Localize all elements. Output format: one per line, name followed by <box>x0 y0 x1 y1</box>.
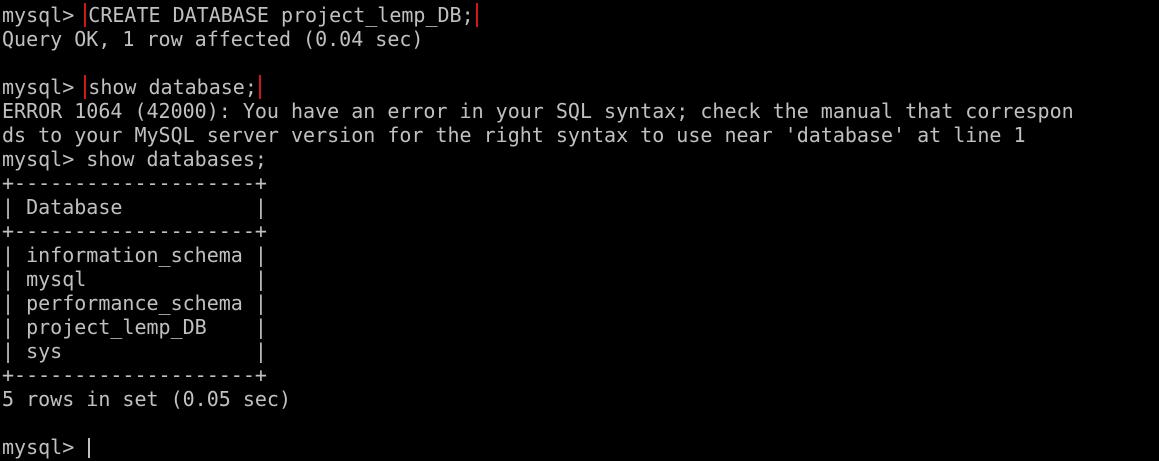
command-text: show databases; <box>86 147 267 171</box>
command-output: 5 rows in set (0.05 sec) <box>2 387 291 411</box>
highlighted-command: show database; <box>84 75 261 99</box>
error-message: ds to your MySQL server version for the … <box>2 123 1026 147</box>
table-row: | sys | <box>2 339 267 363</box>
prompt: mysql> <box>2 435 87 459</box>
table-border: +--------------------+ <box>2 219 267 243</box>
text-cursor[interactable] <box>88 438 91 458</box>
terminal-line[interactable]: mysql> <box>2 435 1159 459</box>
table-row: | information_schema | <box>2 243 267 267</box>
highlighted-command: CREATE DATABASE project_lemp_DB; <box>84 3 478 27</box>
terminal-line: mysql> CREATE DATABASE project_lemp_DB; <box>2 3 1159 27</box>
terminal-line: mysql> show databases; <box>2 147 1159 171</box>
error-message: ERROR 1064 (42000): You have an error in… <box>2 99 1074 123</box>
prompt: mysql> <box>2 147 87 171</box>
terminal-line: mysql> show database; <box>2 75 1159 99</box>
prompt: mysql> <box>2 3 87 27</box>
table-header: | Database | <box>2 195 267 219</box>
terminal-window[interactable]: mysql> CREATE DATABASE project_lemp_DB; … <box>0 0 1159 461</box>
command-output: Query OK, 1 row affected (0.04 sec) <box>2 27 424 51</box>
table-row: | performance_schema | <box>2 291 267 315</box>
prompt: mysql> <box>2 75 87 99</box>
table-border: +--------------------+ <box>2 171 267 195</box>
table-row: | mysql | <box>2 267 267 291</box>
table-border: +--------------------+ <box>2 363 267 387</box>
table-row: | project_lemp_DB | <box>2 315 267 339</box>
